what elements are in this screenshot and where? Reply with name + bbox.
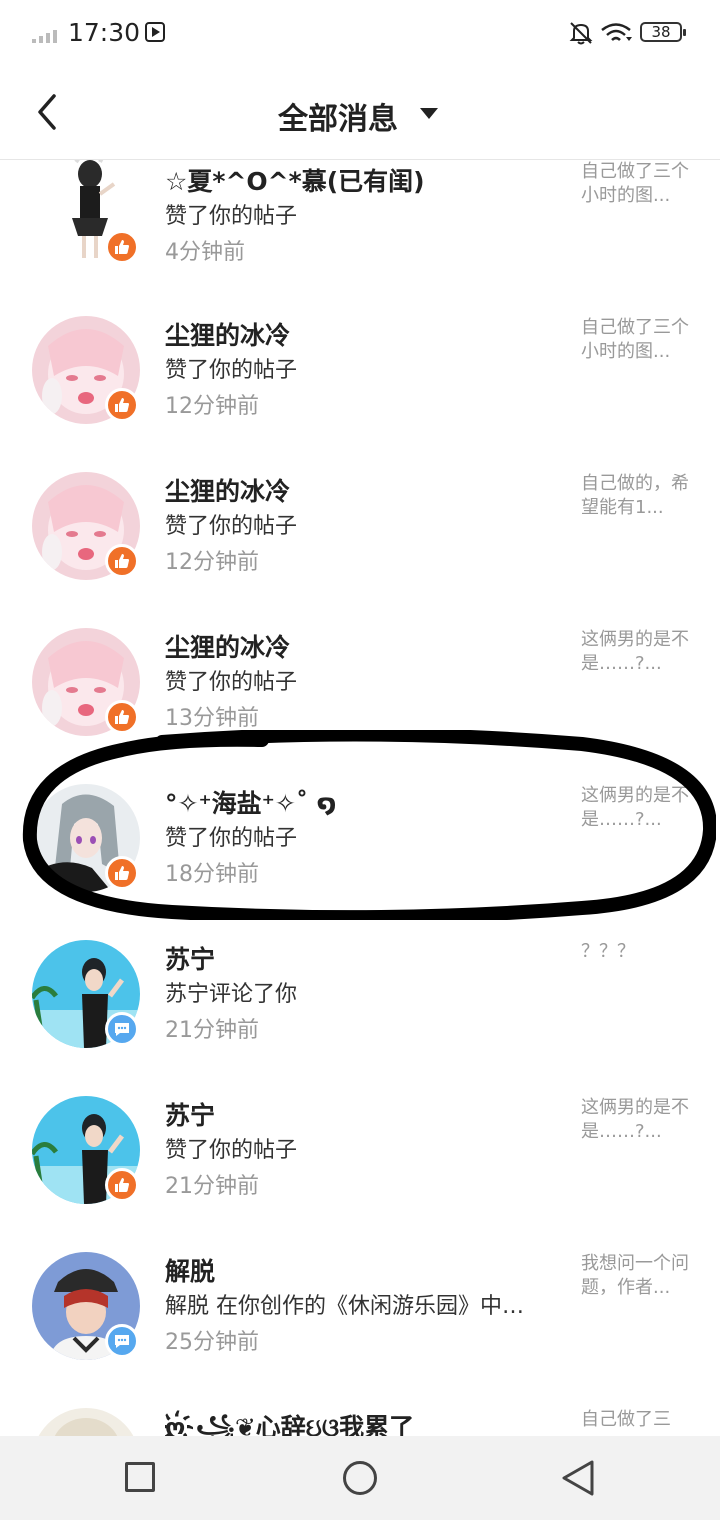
title-bar: 全部消息 [0,66,720,160]
list-item[interactable]: ღ҉꧁❦心辞ઇଓ我累了 自己做了三 [0,1408,720,1436]
thumbs-up-icon [115,398,129,412]
list-item[interactable]: 苏宁 苏宁评论了你 21分钟前 ？？？ [0,940,720,1096]
media-playing-icon [145,22,165,42]
post-preview[interactable]: 自己做了三 [581,1408,691,1432]
thumbs-up-icon [115,1178,129,1192]
like-badge [105,544,139,578]
message-time: 18分钟前 [165,862,259,887]
message-action: 赞了你的帖子 [165,514,298,539]
chat-bubble-icon [115,1023,129,1036]
list-item[interactable]: 尘狸的冰冷 赞了你的帖子 13分钟前 这俩男的是不是……?... [0,628,720,784]
message-time: 21分钟前 [165,1174,259,1199]
message-action: 苏宁评论了你 [165,982,298,1007]
like-badge [105,856,139,890]
post-preview[interactable]: 这俩男的是不是……?... [581,1096,691,1144]
like-badge [105,1168,139,1202]
message-action: 赞了你的帖子 [165,358,298,383]
back-arrow-icon[interactable] [30,92,70,132]
status-time: 17:30 [68,18,141,47]
sender-name: 尘狸的冰冷 [165,321,291,350]
battery-level: 38 [651,23,671,41]
thumbs-up-icon [115,710,129,724]
message-time: 25分钟前 [165,1330,259,1355]
post-preview[interactable]: 这俩男的是不是……?... [581,628,691,676]
sender-name: °✧⁺海盐⁺✧˚ ໑ [165,789,337,818]
message-time: 4分钟前 [165,240,245,265]
navigation-bar [0,1436,720,1520]
message-time: 12分钟前 [165,394,259,419]
sender-name: 尘狸的冰冷 [165,477,291,506]
home-button[interactable] [343,1461,377,1495]
wifi-icon [601,23,632,41]
sender-name: ღ҉꧁❦心辞ઇଓ我累了 [165,1413,415,1436]
list-item[interactable]: ☆夏*^O^*慕(已有闺) 赞了你的帖子 4分钟前 自己做了三个小时的图... [0,160,720,316]
sender-name: 解脱 [165,1257,216,1286]
avatar-image [32,1408,140,1436]
thumbs-up-icon [115,240,129,254]
list-item[interactable]: 苏宁 赞了你的帖子 21分钟前 这俩男的是不是……?... [0,1096,720,1252]
message-action: 解脱 在你创作的《休闲游乐园》中… [165,1294,524,1319]
like-badge [105,388,139,422]
like-badge [105,230,139,264]
list-item[interactable]: 尘狸的冰冷 赞了你的帖子 12分钟前 自己做了三个小时的图... [0,316,720,472]
avatar[interactable] [32,1408,140,1436]
chat-bubble-icon [115,1335,129,1348]
post-preview[interactable]: 我想问一个问题，作者... [581,1252,691,1300]
back-button[interactable] [560,1458,596,1498]
sender-name: 苏宁 [165,945,216,974]
post-preview[interactable]: ？？？ [581,940,691,964]
sender-name: 苏宁 [165,1101,216,1130]
sender-name: 尘狸的冰冷 [165,633,291,662]
battery-icon: 38 [640,22,686,42]
comment-badge [105,1324,139,1358]
bell-off-icon [569,22,593,45]
message-action: 赞了你的帖子 [165,670,298,695]
like-badge [105,700,139,734]
thumbs-up-icon [115,866,129,880]
list-item[interactable]: °✧⁺海盐⁺✧˚ ໑ 赞了你的帖子 18分钟前 这俩男的是不是……?... [0,784,720,940]
page-title[interactable]: 全部消息 [278,94,398,138]
message-action: 赞了你的帖子 [165,1138,298,1163]
signal-icon [32,30,57,43]
post-preview[interactable]: 自己做了三个小时的图... [581,160,691,208]
chevron-down-icon[interactable] [420,108,438,119]
list-item[interactable]: 尘狸的冰冷 赞了你的帖子 12分钟前 自己做的，希望能有1... [0,472,720,628]
message-action: 赞了你的帖子 [165,204,298,229]
message-time: 21分钟前 [165,1018,259,1043]
sender-name: ☆夏*^O^*慕(已有闺) [165,167,425,196]
message-action: 赞了你的帖子 [165,826,298,851]
message-list[interactable]: ☆夏*^O^*慕(已有闺) 赞了你的帖子 4分钟前 自己做了三个小时的图... … [0,160,720,1436]
recent-apps-button[interactable] [125,1462,155,1492]
status-bar: 17:30 38 [0,0,720,66]
message-time: 13分钟前 [165,706,259,731]
thumbs-up-icon [115,554,129,568]
post-preview[interactable]: 自己做的，希望能有1... [581,472,691,520]
list-item[interactable]: 解脱 解脱 在你创作的《休闲游乐园》中… 25分钟前 我想问一个问题，作者... [0,1252,720,1408]
post-preview[interactable]: 这俩男的是不是……?... [581,784,691,832]
comment-badge [105,1012,139,1046]
post-preview[interactable]: 自己做了三个小时的图... [581,316,691,364]
message-time: 12分钟前 [165,550,259,575]
